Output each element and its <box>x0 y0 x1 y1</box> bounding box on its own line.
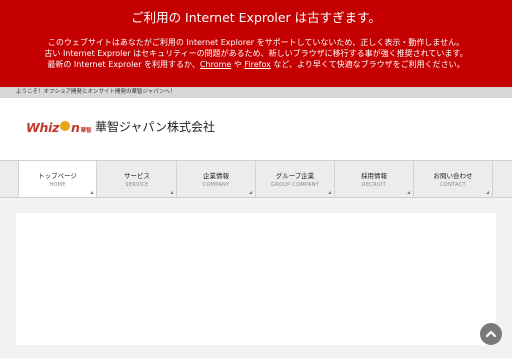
corner-triangle-icon <box>328 191 331 194</box>
nav-label-en: COMPANY <box>202 182 230 188</box>
company-name[interactable]: 華智ジャパン株式会社 <box>95 120 215 134</box>
corner-triangle-icon <box>486 191 489 194</box>
main-content-area <box>16 213 496 345</box>
nav-label-en: GROUP COMPANY <box>270 182 320 188</box>
company-logo[interactable]: Whiz n 華智 <box>26 119 92 135</box>
welcome-text: ようこそ！オフショア開発とオンサイト開発の華智ジャパンへ！ <box>16 89 176 95</box>
corner-triangle-icon <box>249 191 252 194</box>
ie-warning-title: ご利用の Internet Exproler は古すぎます。 <box>131 10 381 25</box>
nav-label-en: RECRUIT <box>362 182 386 188</box>
logo-subtext: 華智 <box>80 127 92 134</box>
nav-label-en: CONTACT <box>440 182 466 188</box>
corner-triangle-icon <box>170 191 173 194</box>
welcome-bar: ようこそ！オフショア開発とオンサイト開発の華智ジャパンへ！ <box>0 87 512 98</box>
nav-label-ja: トップページ <box>38 172 77 180</box>
ie-warning-line-3-middle: や <box>231 60 245 69</box>
corner-triangle-icon <box>407 191 410 194</box>
scroll-to-top-button[interactable] <box>480 323 502 345</box>
chrome-link[interactable]: Chrome <box>200 60 231 69</box>
nav-item-contact[interactable]: お問い合わせ CONTACT <box>414 161 493 197</box>
nav-item-service[interactable]: サービス SERVICE <box>98 161 177 197</box>
nav-label-ja: お問い合わせ <box>433 172 473 180</box>
corner-triangle-icon <box>90 191 93 194</box>
ie-warning-line-3-before: 最新の Internet Exproler を利用するか、 <box>47 60 200 69</box>
nav-label-ja: 採用情報 <box>361 172 387 180</box>
nav-item-recruit[interactable]: 採用情報 RECRUIT <box>335 161 414 197</box>
nav-label-en: SERVICE <box>125 182 149 188</box>
nav-item-group-company[interactable]: グループ企業 GROUP COMPANY <box>256 161 335 197</box>
firefox-link[interactable]: Firefox <box>244 60 270 69</box>
logo-word-start: Whiz <box>26 119 60 135</box>
ie-warning-banner: ご利用の Internet Exproler は古すぎます。 このウェブサイトは… <box>0 0 512 87</box>
site-header: Whiz n 華智 華智ジャパン株式会社 <box>0 98 512 160</box>
ie-warning-line-3: 最新の Internet Exproler を利用するか、Chrome や Fi… <box>0 60 512 70</box>
nav-label-ja: 企業情報 <box>203 172 229 180</box>
nav-item-company[interactable]: 企業情報 COMPANY <box>177 161 256 197</box>
nav-label-en: HOME <box>49 182 66 188</box>
ie-warning-line-3-after: など、より早くて快適なブラウザをご利用ください。 <box>270 60 465 69</box>
chevron-up-icon <box>485 330 497 338</box>
nav-label-ja: サービス <box>124 172 150 180</box>
nav-label-ja: グループ企業 <box>275 172 315 180</box>
nav-item-home[interactable]: トップページ HOME <box>18 161 97 197</box>
main-nav: トップページ HOME サービス SERVICE 企業情報 COMPANY グル… <box>0 160 512 198</box>
ie-warning-line-2: 古い Internet Exproler はセキュリティーの問題があるため、新し… <box>44 49 468 58</box>
ie-warning-line-1: このウェブサイトはあなたがご利用の Internet Explorer をサポー… <box>47 38 465 47</box>
logo-globe-icon <box>60 121 71 131</box>
logo-word-end: n <box>71 119 80 135</box>
